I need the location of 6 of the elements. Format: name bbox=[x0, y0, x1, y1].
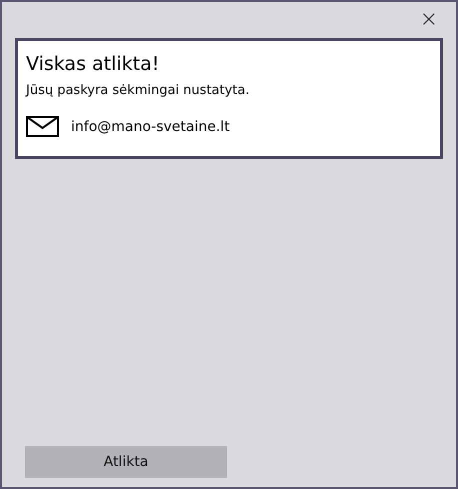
card-message: Jūsų paskyra sėkmingai nustatyta. bbox=[26, 83, 250, 98]
done-button[interactable]: Atlikta bbox=[25, 446, 227, 478]
envelope-icon bbox=[26, 116, 59, 137]
email-address: info@mano-svetaine.lt bbox=[71, 118, 230, 134]
close-button[interactable]: × bbox=[416, 9, 442, 31]
card-title: Viskas atlikta! bbox=[26, 52, 160, 77]
